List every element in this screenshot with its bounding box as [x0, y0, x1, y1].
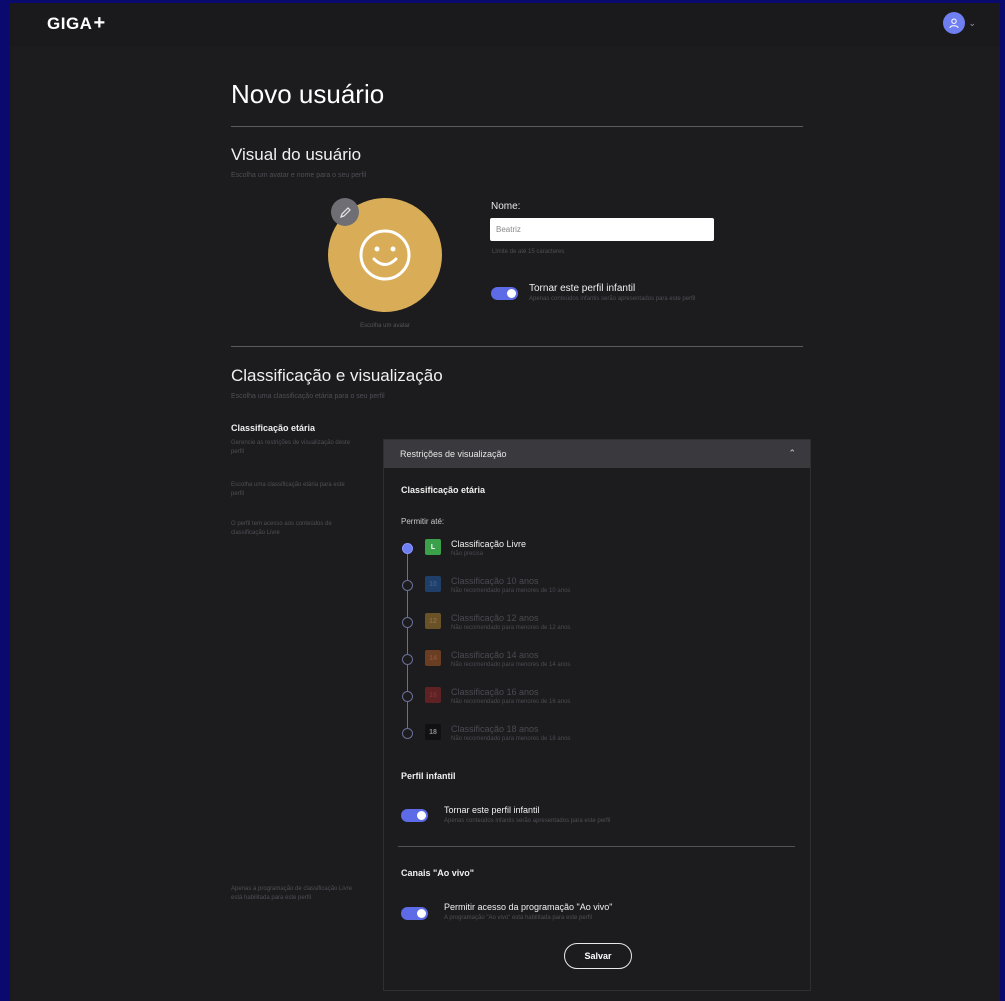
- name-hint: Limite de até 15 caracteres: [492, 249, 565, 255]
- radio-dot[interactable]: [402, 617, 413, 628]
- rating-section-title: Classificação etária: [401, 485, 486, 495]
- radio-dot[interactable]: [402, 728, 413, 739]
- name-input[interactable]: [490, 218, 714, 241]
- user-avatar-icon[interactable]: [943, 12, 966, 34]
- page-title: Novo usuário: [231, 79, 385, 109]
- permit-label: Permitir até:: [401, 517, 445, 526]
- rating-label: Classificação 12 anos: [451, 613, 539, 623]
- rating-label: Classificação 14 anos: [451, 650, 539, 660]
- rating-badge: 10: [425, 576, 441, 592]
- rating-badge: 16: [425, 687, 441, 703]
- rating-label: Classificação 16 anos: [451, 687, 539, 697]
- left-note: O perfil tem acesso aos conteúdos de cla…: [231, 521, 332, 536]
- left-col-title: Classificação etária: [231, 423, 316, 433]
- user-menu[interactable]: ⌄: [943, 12, 976, 34]
- rating-option[interactable]: 12 Classificação 12 anos Não recomendado…: [400, 611, 780, 641]
- avatar-caption: Escolha um avatar: [360, 323, 410, 329]
- rating-sub: Não precisa: [451, 551, 484, 557]
- logo-plus: +: [93, 12, 106, 34]
- live-access-desc: A programação "Ao vivo" está habilitada …: [444, 915, 593, 921]
- viewing-restrictions-panel: Restrições de visualização ⌃ Classificaç…: [383, 439, 811, 991]
- left-note: Gerencie as restrições de visualização d…: [231, 440, 351, 455]
- radio-dot[interactable]: [402, 543, 413, 554]
- giga-logo[interactable]: GIGA+: [47, 12, 106, 35]
- panel-kid-toggle[interactable]: [401, 809, 428, 822]
- app-frame: GIGA+ ⌄ Novo usuário Visual do usuário E…: [10, 3, 1000, 1001]
- panel-kid-desc: Apenas conteúdos infantis serão apresent…: [444, 818, 611, 824]
- rating-label: Classificação Livre: [451, 539, 527, 549]
- pencil-icon: [339, 206, 351, 218]
- chevron-up-icon[interactable]: ⌃: [788, 448, 796, 459]
- rating-badge: 14: [425, 650, 441, 666]
- live-access-toggle[interactable]: [401, 907, 428, 920]
- section-subtitle-visual: Escolha um avatar e nome para o seu perf…: [231, 172, 367, 179]
- rating-option[interactable]: L Classificação Livre Não precisa: [400, 537, 780, 567]
- kid-section-title: Perfil infantil: [401, 771, 456, 781]
- name-label: Nome:: [491, 201, 521, 212]
- rating-sub: Não recomendado para menores de 18 anos: [451, 736, 571, 742]
- live-section-title: Canais "Ao vivo": [401, 868, 475, 878]
- radio-dot[interactable]: [402, 654, 413, 665]
- kid-profile-toggle[interactable]: [491, 287, 518, 300]
- panel-header-label: Restrições de visualização: [400, 449, 507, 459]
- rating-option[interactable]: 18 Classificação 18 anos Não recomendado…: [400, 722, 780, 752]
- rating-option[interactable]: 10 Classificação 10 anos Não recomendado…: [400, 574, 780, 604]
- left-note-live: Apenas a programação de classificação Li…: [231, 886, 353, 901]
- rating-sub: Não recomendado para menores de 10 anos: [451, 588, 571, 594]
- left-note: Escolha uma classificação etária para es…: [231, 482, 345, 497]
- rating-badge: 12: [425, 613, 441, 629]
- panel-header[interactable]: Restrições de visualização ⌃: [384, 440, 810, 468]
- radio-dot[interactable]: [402, 691, 413, 702]
- edit-avatar-button[interactable]: [331, 198, 359, 226]
- rating-option[interactable]: 16 Classificação 16 anos Não recomendado…: [400, 685, 780, 715]
- divider: [398, 846, 795, 847]
- section-subtitle-classification: Escolha uma classificação etária para o …: [231, 393, 385, 400]
- divider: [231, 126, 803, 127]
- kid-profile-label: Tornar este perfil infantil: [529, 283, 636, 294]
- chevron-down-icon[interactable]: ⌄: [968, 18, 976, 29]
- top-bar: GIGA+ ⌄: [10, 3, 1000, 47]
- rating-sub: Não recomendado para menores de 14 anos: [451, 662, 571, 668]
- divider: [231, 346, 803, 347]
- save-button[interactable]: Salvar: [564, 943, 632, 969]
- kid-profile-desc: Apenas conteúdos infantis serão apresent…: [529, 296, 696, 302]
- smiley-icon: [359, 229, 411, 281]
- section-title-visual: Visual do usuário: [231, 145, 362, 164]
- panel-kid-label: Tornar este perfil infantil: [444, 805, 540, 815]
- logo-text: GIGA: [47, 14, 93, 33]
- radio-dot[interactable]: [402, 580, 413, 591]
- rating-sub: Não recomendado para menores de 12 anos: [451, 625, 571, 631]
- rating-badge: L: [425, 539, 441, 555]
- rating-label: Classificação 18 anos: [451, 724, 539, 734]
- rating-sub: Não recomendado para menores de 16 anos: [451, 699, 571, 705]
- rating-badge: 18: [425, 724, 441, 740]
- live-access-label: Permitir acesso da programação "Ao vivo": [444, 902, 613, 912]
- rating-label: Classificação 10 anos: [451, 576, 539, 586]
- section-title-classification: Classificação e visualização: [231, 366, 443, 385]
- rating-option[interactable]: 14 Classificação 14 anos Não recomendado…: [400, 648, 780, 678]
